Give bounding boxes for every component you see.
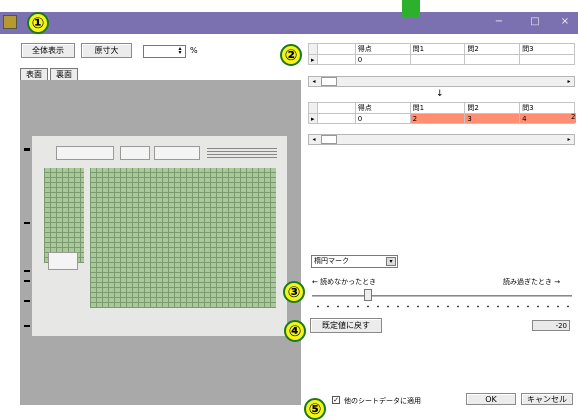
fit-view-button[interactable]: 全体表示 xyxy=(21,43,75,58)
scroll-left-icon[interactable]: ◂ xyxy=(309,77,319,86)
minimize-button[interactable]: − xyxy=(488,14,510,30)
sensitivity-value: -20 xyxy=(532,320,570,331)
ok-button[interactable]: OK xyxy=(466,393,516,405)
answer-sheet-image xyxy=(32,136,287,336)
grid-cell[interactable]: 0 xyxy=(354,113,411,124)
column-header: 問1 xyxy=(409,43,466,55)
callout-5: ⑤ xyxy=(304,398,326,420)
column-header: 問2 xyxy=(464,102,521,114)
maximize-button[interactable]: □ xyxy=(524,14,546,30)
callout-1: ① xyxy=(27,12,49,34)
grid-cell-changed[interactable]: 2 xyxy=(409,113,466,124)
zoom-input[interactable]: ▴ ▾ xyxy=(143,45,186,58)
grid-cell[interactable] xyxy=(464,54,521,65)
scroll-right-icon[interactable]: ▸ xyxy=(564,135,574,144)
app-icon xyxy=(3,15,17,29)
column-header: 問1 xyxy=(409,102,466,114)
actual-size-button[interactable]: 原寸大 xyxy=(81,43,132,58)
column-header: 得点 xyxy=(354,102,411,114)
grid-cell[interactable]: 0 xyxy=(354,54,411,65)
mark-type-value: 楕円マーク xyxy=(314,257,349,265)
grid-cell-changed[interactable]: 2 xyxy=(571,113,576,123)
mark-type-select[interactable]: 楕円マーク ▾ xyxy=(311,255,398,268)
grid-cell-changed[interactable]: 3 xyxy=(464,113,521,124)
reset-default-button[interactable]: 既定値に戻す xyxy=(310,318,382,333)
apply-other-sheets-checkbox[interactable]: ✓ xyxy=(332,396,340,404)
grid-after: 得点 問1 問2 問3 ▸ 0 2 3 4 xyxy=(308,102,575,124)
grid-before-scrollbar[interactable]: ◂ ▸ xyxy=(308,76,575,87)
answer-mark-grid xyxy=(90,168,276,308)
column-header: 問2 xyxy=(464,43,521,55)
id-mark-grid xyxy=(44,168,84,263)
cancel-button[interactable]: キャンセル xyxy=(521,393,573,405)
slider-left-label: ← 読めなかったとき xyxy=(312,278,377,286)
callout-3: ③ xyxy=(283,281,305,303)
column-header: 問3 xyxy=(519,102,575,114)
slider-thumb[interactable] xyxy=(364,289,372,301)
slider-right-label: 読み過ぎたとき → xyxy=(503,278,561,286)
grid-before: 得点 問1 問2 問3 ▸ 0 xyxy=(308,43,575,65)
scroll-thumb[interactable] xyxy=(321,135,337,144)
chevron-down-icon[interactable]: ▾ xyxy=(386,257,396,266)
zoom-unit: % xyxy=(190,46,198,55)
grid-cell[interactable] xyxy=(519,54,575,65)
column-header: 問3 xyxy=(519,43,575,55)
scroll-right-icon[interactable]: ▸ xyxy=(564,77,574,86)
grid-after-scrollbar[interactable]: ◂ ▸ xyxy=(308,134,575,145)
grid-cell[interactable] xyxy=(409,54,466,65)
callout-4: ④ xyxy=(284,320,306,342)
column-header: 得点 xyxy=(354,43,411,55)
close-button[interactable]: × xyxy=(554,14,576,30)
grid-cell-changed[interactable]: 4 xyxy=(519,113,575,124)
slider-track[interactable] xyxy=(312,295,572,297)
slider-ticks xyxy=(313,305,575,308)
scroll-thumb[interactable] xyxy=(321,77,337,86)
zoom-spinner-icon[interactable]: ▴ ▾ xyxy=(176,46,184,56)
callout-2: ② xyxy=(280,44,302,66)
decorative-tab xyxy=(402,0,420,17)
down-arrow-icon: ↓ xyxy=(436,89,444,99)
scroll-left-icon[interactable]: ◂ xyxy=(309,135,319,144)
